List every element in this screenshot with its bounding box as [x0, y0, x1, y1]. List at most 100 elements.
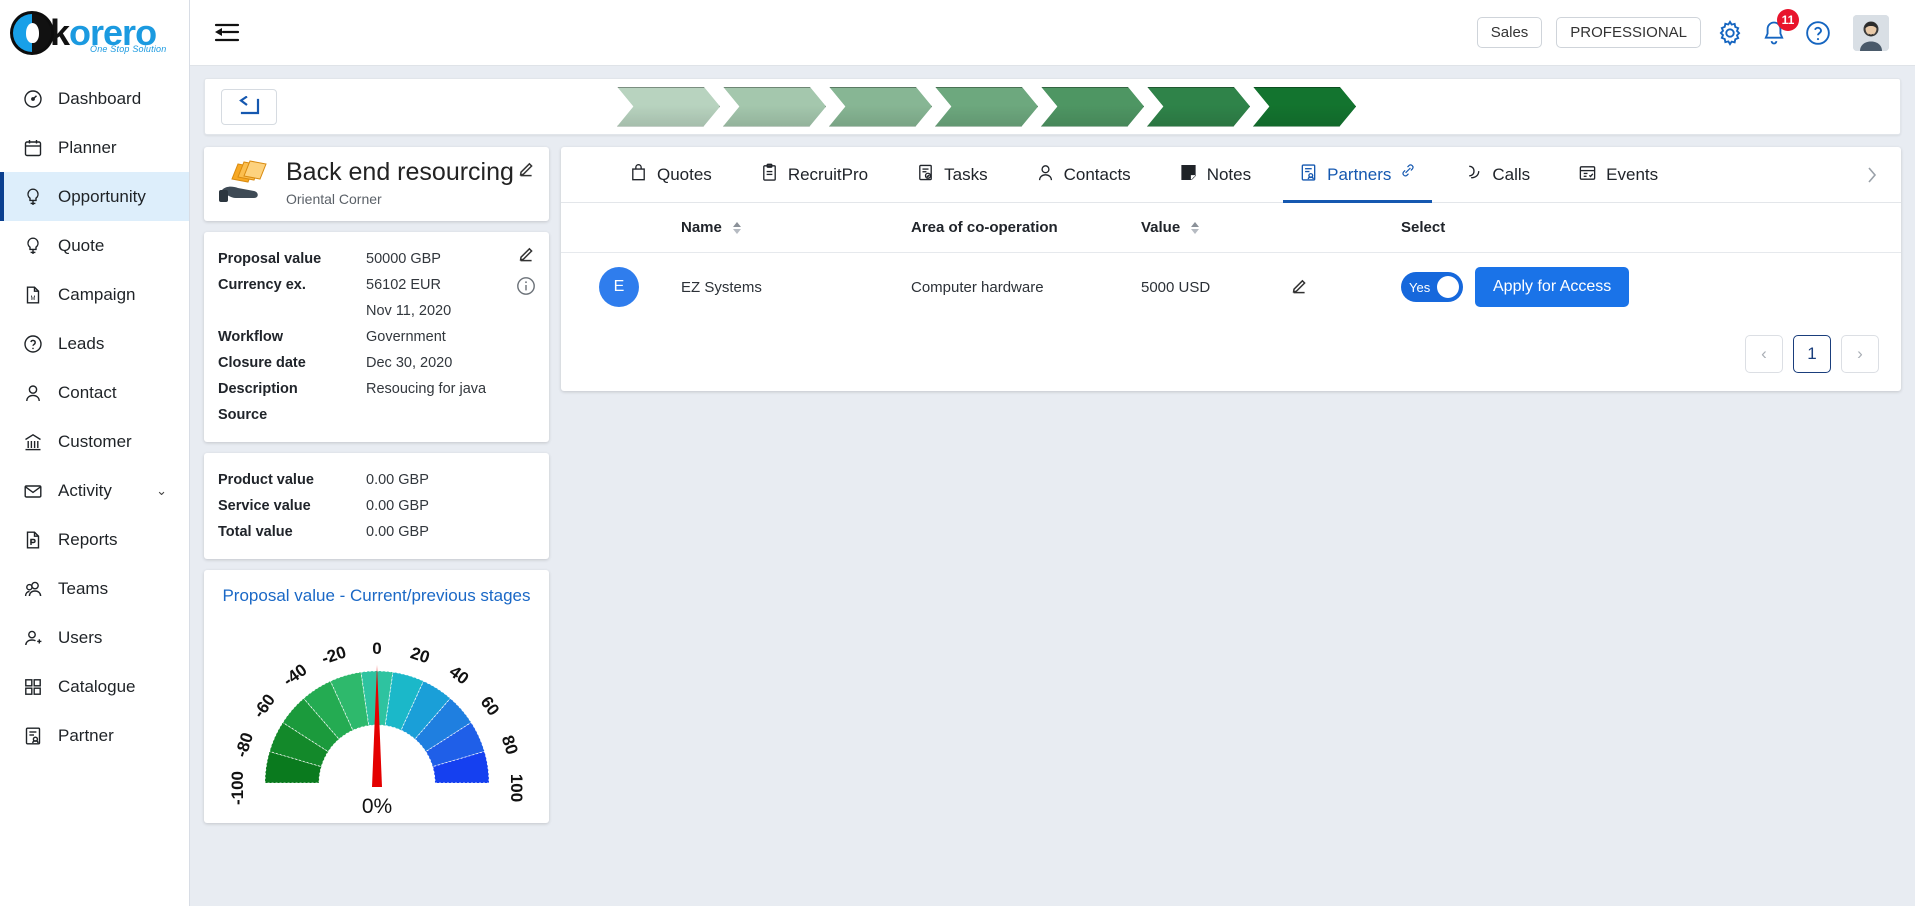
tab-contacts[interactable]: Contacts: [1012, 147, 1155, 203]
col-name[interactable]: Name: [671, 203, 901, 253]
sidebar-item-catalogue[interactable]: Catalogue: [0, 662, 189, 711]
detail-key: Source: [218, 406, 268, 423]
question-icon: [22, 333, 44, 355]
sidebar-item-dashboard[interactable]: Dashboard: [0, 74, 189, 123]
pipeline-stage-4[interactable]: [935, 86, 1038, 127]
sidebar-item-reports[interactable]: Reports: [0, 515, 189, 564]
partners-panel: chevron-left-icon QuotesRecruitProTasksC…: [561, 147, 1901, 391]
pipeline-stage-1[interactable]: [617, 86, 720, 127]
sidebar-item-planner[interactable]: Planner: [0, 123, 189, 172]
opportunity-values-list: Product value 0.00 GBP Service value 0.00 G…: [204, 453, 549, 559]
link-icon[interactable]: [1400, 164, 1416, 185]
tabs-next-icon[interactable]: [1857, 166, 1887, 184]
avatar: E: [599, 267, 639, 307]
partners-table: Name Area of co-operation Value Select E…: [561, 203, 1901, 321]
tab-recruitpro[interactable]: RecruitPro: [736, 147, 892, 203]
tab-quotes[interactable]: Quotes: [605, 147, 736, 203]
sidebar-item-campaign[interactable]: M Campaign: [0, 270, 189, 319]
sidebar-item-partner[interactable]: Partner: [0, 711, 189, 760]
pipeline-stage-2[interactable]: [723, 86, 826, 127]
detail-key: Total value: [218, 523, 293, 540]
col-value-label: Value: [1141, 219, 1181, 236]
detail-row: Source: [218, 402, 533, 428]
sidebar-item-label: Leads: [58, 333, 105, 353]
back-arrow-icon[interactable]: [221, 88, 277, 125]
gauge-tick-label: -100: [228, 770, 247, 804]
pipeline-stage-6[interactable]: [1147, 86, 1250, 127]
gauge-tick-label: 80: [497, 732, 521, 756]
table-row[interactable]: E EZ Systems Computer hardware 5000 USD Yes A…: [561, 253, 1901, 322]
sidebar-item-label: Dashboard: [58, 88, 142, 108]
opportunity-summary-column: Back end resourcing Oriental Corner Prop…: [204, 147, 549, 906]
tab-items: Quotes RecruitPro Tasks Contacts Notes Partne…: [605, 147, 1857, 203]
chevron-down-icon[interactable]: ⌄: [156, 483, 167, 499]
detail-value: 0.00 GBP: [366, 471, 429, 488]
pagination-prev-button[interactable]: ‹: [1745, 335, 1783, 373]
brand-tagline: One Stop Solution: [90, 44, 167, 54]
pipeline-stage-3[interactable]: [829, 86, 932, 127]
task-icon: [916, 163, 935, 187]
col-value[interactable]: Value: [1131, 203, 1281, 253]
sidebar-item-teams[interactable]: Teams: [0, 564, 189, 613]
help-icon[interactable]: [1803, 18, 1833, 48]
pagination-next-button[interactable]: ›: [1841, 335, 1879, 373]
sidebar-item-customer[interactable]: Customer: [0, 417, 189, 466]
bulb-icon: [22, 186, 44, 208]
cell-select: Yes Apply for Access: [1391, 253, 1901, 322]
pipeline-stage-5[interactable]: [1041, 86, 1144, 127]
sidebar-item-quote[interactable]: Quote: [0, 221, 189, 270]
content-area: Back end resourcing Oriental Corner Prop…: [190, 66, 1915, 906]
plan-badge[interactable]: PROFESSIONAL: [1556, 17, 1701, 48]
col-area-label: Area of co-operation: [911, 219, 1058, 236]
table-header-row: Name Area of co-operation Value Select: [561, 203, 1901, 253]
brand-logo[interactable]: korero One Stop Solution: [0, 0, 189, 66]
sidebar-item-users[interactable]: Users: [0, 613, 189, 662]
hamburger-collapse-icon[interactable]: [212, 21, 240, 45]
tab-tasks[interactable]: Tasks: [892, 147, 1011, 203]
sidebar-item-activity[interactable]: Activity ⌄: [0, 466, 189, 515]
tab-notes[interactable]: Notes: [1155, 147, 1275, 203]
mail-icon: [22, 480, 44, 502]
user-avatar[interactable]: [1853, 14, 1889, 51]
sidebar-item-leads[interactable]: Leads: [0, 319, 189, 368]
edit-details-pencil-icon[interactable]: [518, 244, 536, 262]
sidebar-item-opportunity[interactable]: Opportunity: [0, 172, 189, 221]
select-toggle[interactable]: Yes: [1401, 272, 1463, 303]
edit-title-pencil-icon[interactable]: [518, 159, 536, 177]
pipeline-stage-7[interactable]: [1253, 86, 1356, 127]
calendar-icon: [22, 137, 44, 159]
cell-value: 5000 USD: [1141, 278, 1211, 296]
col-area: Area of co-operation: [901, 203, 1131, 253]
pagination-page-1[interactable]: 1: [1793, 335, 1831, 373]
sidebar-item-contact[interactable]: Contact: [0, 368, 189, 417]
info-icon[interactable]: [516, 276, 536, 296]
svg-text:M: M: [31, 296, 36, 302]
tab-label: Contacts: [1063, 164, 1131, 184]
apply-for-access-button[interactable]: Apply for Access: [1475, 267, 1630, 307]
tab-calls[interactable]: Calls: [1440, 147, 1554, 203]
report-icon: [22, 529, 44, 551]
user-add-icon: [22, 627, 44, 649]
gauge-tick-label: -80: [231, 730, 257, 759]
cell-name: EZ Systems: [681, 278, 762, 296]
gear-icon[interactable]: [1715, 18, 1745, 48]
row-edit-pencil-icon[interactable]: [1291, 279, 1309, 298]
bell-icon[interactable]: 11: [1759, 8, 1799, 48]
module-switcher[interactable]: Sales: [1476, 17, 1543, 48]
sort-icon[interactable]: [733, 222, 742, 235]
tab-partners[interactable]: Partners: [1275, 147, 1440, 203]
cell-area: Computer hardware: [911, 278, 1044, 296]
detail-row: Service value 0.00 GBP: [218, 493, 533, 519]
col-select: Select: [1391, 203, 1901, 253]
person-icon: [1036, 163, 1055, 187]
sidebar-item-label: Teams: [58, 578, 109, 598]
sort-icon[interactable]: [1191, 222, 1200, 235]
proposal-value-gauge-card: Proposal value - Current/previous stages…: [204, 569, 549, 823]
col-select-label: Select: [1401, 219, 1446, 236]
detail-row: Closure date Dec 30, 2020: [218, 350, 533, 376]
related-records-column: chevron-left-icon QuotesRecruitProTasksC…: [561, 147, 1901, 906]
tab-events[interactable]: Events: [1554, 147, 1682, 203]
opportunity-icon: [218, 160, 270, 206]
detail-key: Proposal value: [218, 250, 322, 267]
main-area: Sales PROFESSIONAL 11 Back end resourcin…: [190, 0, 1915, 906]
